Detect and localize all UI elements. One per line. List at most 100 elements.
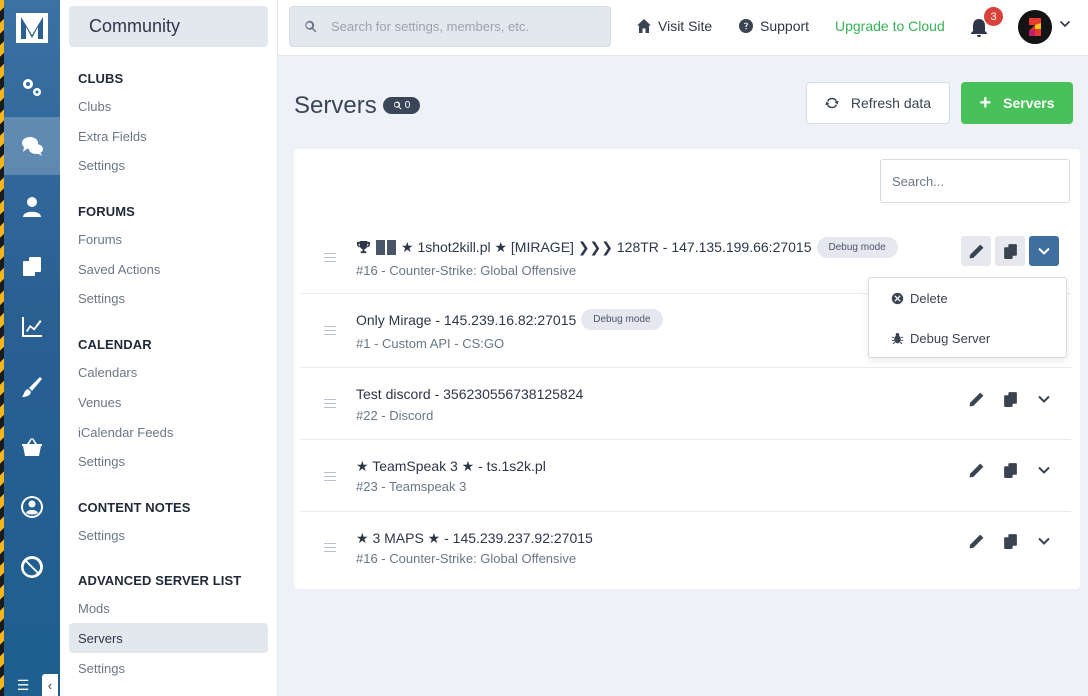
sidebar-item-settings[interactable]: Settings — [78, 158, 125, 173]
table-row: ★ 3 MAPS ★ - 145.239.237.92:27015 #16 - … — [301, 512, 1071, 584]
drag-handle-icon[interactable] — [324, 543, 336, 552]
copy-icon — [1003, 462, 1017, 478]
support-link[interactable]: Support — [738, 18, 809, 34]
copy-button[interactable] — [995, 236, 1025, 266]
server-title[interactable]: ★ TeamSpeak 3 ★ - ts.1s2k.pl — [356, 458, 546, 475]
support-label: Support — [760, 18, 810, 34]
edit-button[interactable] — [961, 526, 991, 556]
row-actions — [961, 384, 1059, 414]
server-title[interactable]: ★ 1shot2kill.pl ★ [MIRAGE] ❯❯❯ 128TR - 1… — [356, 237, 898, 258]
drag-handle-icon[interactable] — [324, 326, 336, 335]
sidebar-item-forums[interactable]: Forums — [78, 232, 122, 247]
server-title[interactable]: Test discord - 356230556738125824 — [356, 386, 583, 402]
sidebar-section-heading: CLUBS — [78, 71, 124, 86]
server-subtitle: #23 - Teamspeak 3 — [356, 479, 467, 494]
basket-icon[interactable] — [4, 418, 60, 476]
sidebar-item-clubs[interactable]: Clubs — [78, 99, 111, 114]
sidebar-item-mods[interactable]: Mods — [78, 601, 110, 616]
sidebar-item-saved-actions[interactable]: Saved Actions — [78, 262, 160, 277]
avatar[interactable] — [1018, 10, 1052, 44]
logo-icon[interactable] — [4, 0, 60, 56]
drag-handle-icon[interactable] — [324, 399, 336, 408]
user-circle-icon[interactable] — [4, 478, 60, 536]
more-actions-button[interactable] — [1029, 236, 1059, 266]
delete-label: Delete — [910, 291, 948, 306]
refresh-data-button[interactable]: Refresh data — [806, 82, 950, 124]
upgrade-to-cloud-link[interactable]: Upgrade to Cloud — [835, 18, 945, 34]
pencil-icon — [969, 392, 983, 406]
page-title: Servers — [294, 92, 377, 119]
drag-handle-icon[interactable] — [324, 253, 336, 262]
collapse-sidebar-icon[interactable]: ‹ — [42, 674, 58, 696]
server-subtitle: #16 - Counter-Strike: Global Offensive — [356, 263, 577, 278]
sidebar-item-settings[interactable]: Settings — [78, 454, 125, 469]
chart-line-icon[interactable] — [4, 298, 60, 356]
debug-mode-badge: Debug mode — [581, 309, 663, 330]
sidebar-section-heading: CALENDAR — [78, 337, 152, 352]
add-server-button[interactable]: + Servers — [961, 82, 1073, 124]
sidebar-section-heading: CONTENT NOTES — [78, 500, 191, 515]
more-actions-button[interactable] — [1029, 455, 1059, 485]
chevron-down-icon[interactable] — [1059, 18, 1071, 30]
sidebar-section-heading: ADVANCED SERVER LIST — [78, 573, 242, 588]
sidebar-title: Community — [69, 6, 268, 47]
edit-button[interactable] — [961, 384, 991, 414]
debug-server-menu-item[interactable]: Debug Server — [891, 331, 990, 346]
server-title-text: Test discord - 356230556738125824 — [356, 386, 584, 402]
more-actions-button[interactable] — [1029, 384, 1059, 414]
cogs-icon[interactable] — [4, 58, 60, 116]
menu-icon[interactable]: ☰ — [4, 674, 42, 696]
row-actions — [961, 455, 1059, 485]
bug-icon — [891, 333, 904, 345]
refresh-data-label: Refresh data — [850, 95, 932, 111]
sidebar-item-extra-fields[interactable]: Extra Fields — [78, 129, 147, 144]
visit-site-link[interactable]: Visit Site — [636, 18, 712, 34]
brush-icon[interactable] — [4, 358, 60, 416]
drag-handle-icon[interactable] — [324, 472, 336, 481]
server-title[interactable]: Only Mirage - 145.239.16.82:27015 Debug … — [356, 309, 663, 330]
sidebar-item-icalendar-feeds[interactable]: iCalendar Feeds — [78, 425, 173, 440]
sidebar-item-venues[interactable]: Venues — [78, 395, 121, 410]
table-row: Test discord - 356230556738125824 #22 - … — [301, 368, 1071, 440]
more-actions-button[interactable] — [1029, 526, 1059, 556]
edit-button[interactable] — [961, 236, 991, 266]
copy-button[interactable] — [995, 455, 1025, 485]
sidebar-item-settings[interactable]: Settings — [78, 291, 125, 306]
count-value: 0 — [404, 100, 411, 111]
row-actions — [961, 236, 1059, 266]
notification-count-badge: 3 — [984, 7, 1003, 26]
table-row: ★ TeamSpeak 3 ★ - ts.1s2k.pl #23 - Teams… — [301, 440, 1071, 512]
copy-icon — [1003, 391, 1017, 407]
copy-button[interactable] — [995, 384, 1025, 414]
plus-icon: + — [979, 92, 992, 114]
copy-button[interactable] — [995, 526, 1025, 556]
chevron-down-icon — [1038, 247, 1050, 255]
sidebar: Community CLUBS Clubs Extra Fields Setti… — [60, 0, 278, 696]
sidebar-item-calendars[interactable]: Calendars — [78, 365, 137, 380]
rail-footer: ☰ ‹ — [4, 674, 60, 696]
global-search-input[interactable]: Search for settings, members, etc. — [289, 6, 611, 47]
notifications-button[interactable]: 3 — [968, 7, 1003, 40]
search-placeholder: Search for settings, members, etc. — [331, 19, 529, 34]
copy-icon — [1003, 243, 1017, 259]
visit-site-label: Visit Site — [658, 18, 713, 34]
edit-button[interactable] — [961, 455, 991, 485]
row-actions-dropdown: Delete Debug Server — [868, 277, 1067, 358]
server-title[interactable]: ★ 3 MAPS ★ - 145.239.237.92:27015 — [356, 530, 593, 547]
server-subtitle: #16 - Counter-Strike: Global Offensive — [356, 551, 577, 566]
sidebar-item-servers[interactable]: Servers — [69, 623, 268, 653]
chevron-down-icon — [1038, 466, 1050, 474]
row-actions — [961, 526, 1059, 556]
comments-icon[interactable] — [4, 117, 60, 175]
copy-icon[interactable] — [4, 238, 60, 296]
servers-search-input[interactable]: Search... — [880, 159, 1070, 203]
user-icon[interactable] — [4, 178, 60, 236]
sidebar-item-settings[interactable]: Settings — [78, 528, 125, 543]
icon-rail: ☰ ‹ — [0, 0, 60, 696]
ban-icon[interactable] — [4, 538, 60, 596]
sidebar-item-settings[interactable]: Settings — [78, 661, 125, 676]
delete-menu-item[interactable]: Delete — [891, 291, 948, 306]
copy-icon — [1003, 533, 1017, 549]
pencil-icon — [969, 534, 983, 548]
home-icon — [637, 19, 651, 33]
